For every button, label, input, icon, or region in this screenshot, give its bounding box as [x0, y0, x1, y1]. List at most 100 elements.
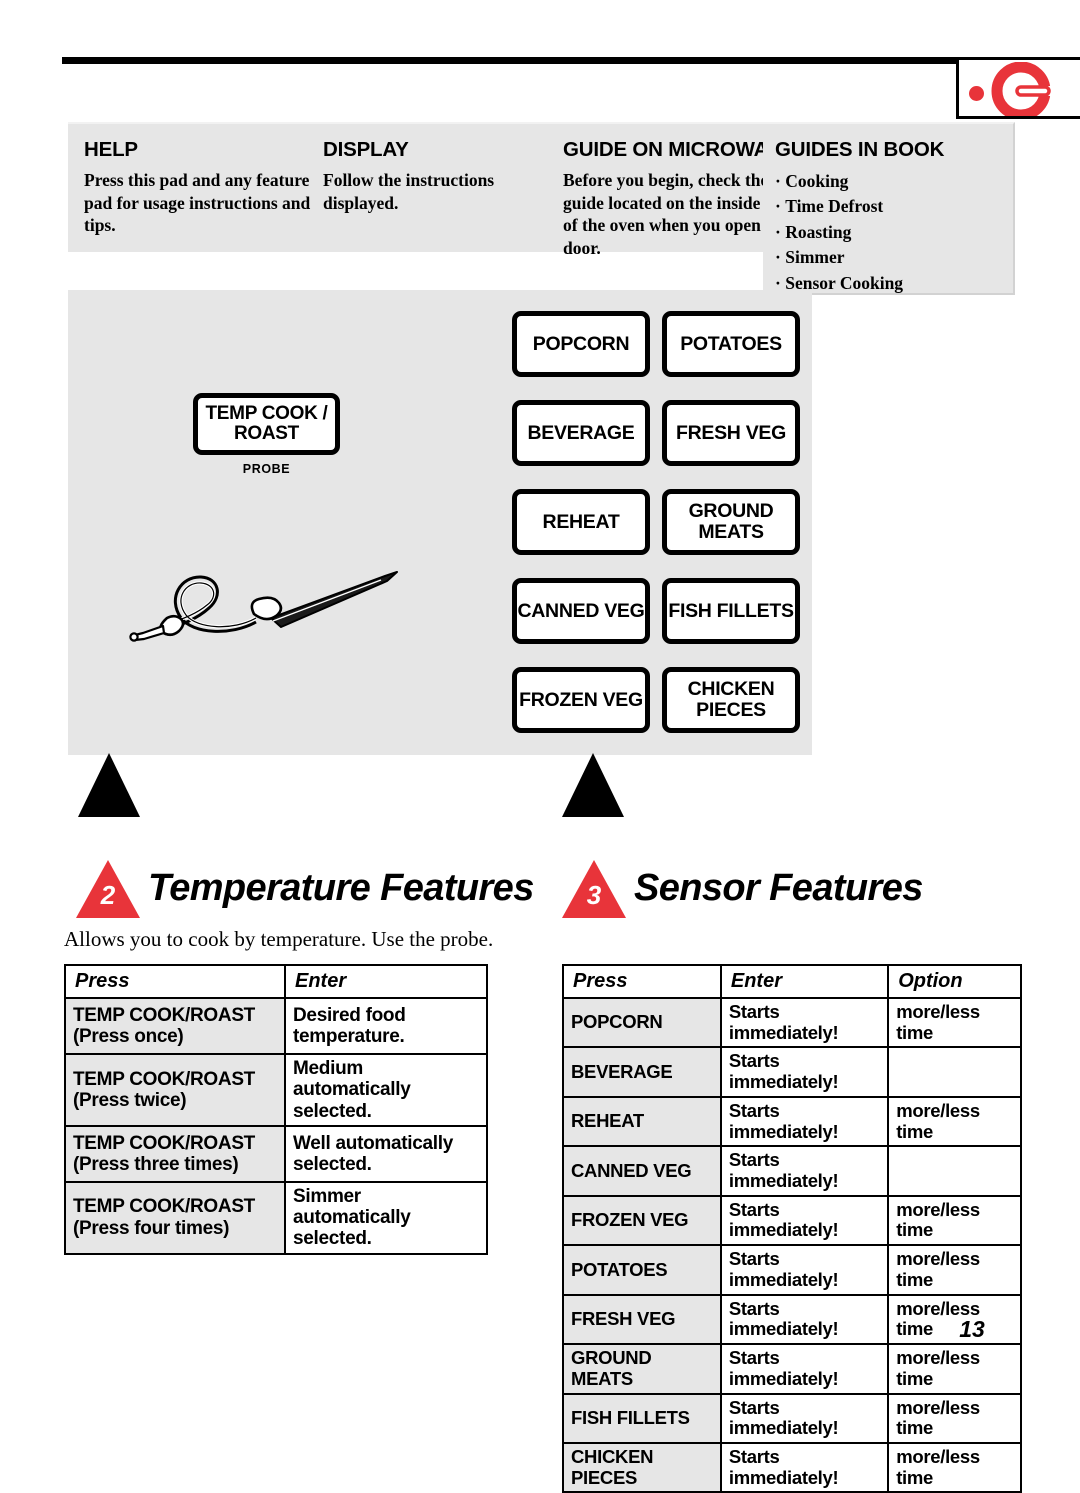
guides-in-book-item: Cooking [775, 169, 1013, 194]
cell-enter: Simmer automatically selected. [284, 1180, 488, 1255]
guides-in-book-item: Roasting [775, 220, 1013, 245]
column-header-press: Press [562, 964, 722, 999]
pad-frozen-veg[interactable]: FROZEN VEG [512, 667, 650, 733]
cell-press: POPCORN [562, 996, 722, 1049]
cell-option: more/less time [887, 1392, 1022, 1444]
cell-press: FROZEN VEG [562, 1194, 722, 1247]
temperature-features-table: Press Enter TEMP COOK/ROAST (Press once) D… [64, 964, 488, 1255]
section-subtitle-temperature-features: Allows you to cook by temperature. Use t… [64, 927, 494, 951]
pad-popcorn[interactable]: POPCORN [512, 311, 650, 377]
cell-option [887, 1046, 1022, 1098]
column-header-enter: Enter [719, 964, 890, 999]
cell-option: more/less time [887, 996, 1022, 1049]
table-row: REHEAT Starts immediately! more/less time [562, 1095, 1022, 1148]
pad-fish-fillets[interactable]: FISH FILLETS [662, 578, 800, 644]
column-header-option: Option [887, 964, 1022, 999]
guides-in-book-item: Simmer [775, 245, 1013, 270]
table-row: FROZEN VEG Starts immediately! more/less t… [562, 1194, 1022, 1247]
cell-enter: Desired food temperature. [284, 997, 488, 1055]
cell-enter: Starts immediately! [719, 1343, 890, 1395]
cell-press: FISH FILLETS [562, 1392, 722, 1444]
cell-enter: Starts immediately! [719, 1095, 890, 1148]
header-rule [62, 57, 1080, 64]
section-title: Temperature Features [148, 867, 534, 909]
table-row: POTATOES Starts immediately! more/less tim… [562, 1244, 1022, 1296]
pointer-triangle-temperature [78, 753, 140, 817]
cell-enter: Well automatically selected. [284, 1124, 488, 1183]
info-heading-help: HELP [84, 138, 138, 161]
cell-press: TEMP COOK/ROAST (Press three times) [64, 1124, 286, 1183]
pad-beverage[interactable]: BEVERAGE [512, 400, 650, 466]
sensor-features-table: Press Enter Option POPCORN Starts immedia… [562, 964, 1022, 1493]
cell-press: REHEAT [562, 1095, 722, 1148]
info-heading-display: DISPLAY [323, 138, 409, 161]
pad-chicken-pieces[interactable]: CHICKEN PIECES [662, 667, 800, 733]
cell-press-label: TEMP COOK/ROAST [73, 1196, 255, 1218]
cell-option [887, 1145, 1022, 1197]
table-row: TEMP COOK/ROAST (Press once) Desired food … [64, 997, 488, 1055]
step-number: 3 [586, 880, 602, 910]
cell-press-sublabel: (Press once) [73, 1026, 184, 1047]
pointer-triangle-sensor [562, 753, 624, 817]
cell-press-label: TEMP COOK/ROAST [73, 1132, 255, 1154]
table-header-row: Press Enter [64, 964, 488, 999]
cell-press: TEMP COOK/ROAST (Press twice) [64, 1053, 286, 1127]
page-number: 13 [959, 1316, 985, 1342]
table-row: TEMP COOK/ROAST (Press three times) Well a… [64, 1124, 488, 1183]
cell-option: more/less time [887, 1194, 1022, 1247]
pad-reheat[interactable]: REHEAT [512, 489, 650, 555]
table-row: TEMP COOK/ROAST (Press twice) Medium autom… [64, 1053, 488, 1127]
brand-logo-box [956, 57, 1080, 119]
pad-potatoes[interactable]: POTATOES [662, 311, 800, 377]
cell-press: BEVERAGE [562, 1046, 722, 1098]
cell-press-sublabel: (Press three times) [73, 1153, 239, 1175]
temperature-probe-illustration [129, 571, 398, 642]
info-column-guides-in-book: GUIDES IN BOOK CookingTime DefrostRoasti… [763, 122, 1015, 295]
cell-option: more/less time [887, 1095, 1022, 1148]
pad-fresh-veg[interactable]: FRESH VEG [662, 400, 800, 466]
cell-enter: Starts immediately! [719, 1392, 890, 1444]
table-row: TEMP COOK/ROAST (Press four times) Simmer … [64, 1180, 488, 1255]
cell-enter: Starts immediately! [719, 1441, 890, 1493]
info-column-display: DISPLAY Follow the instructions displaye… [323, 138, 553, 214]
cell-enter: Starts immediately! [719, 1046, 890, 1098]
cell-press-sublabel: (Press four times) [73, 1217, 230, 1239]
probe-caption-label: PROBE [242, 462, 291, 476]
cell-enter: Starts immediately! [719, 996, 890, 1049]
table-header-row: Press Enter Option [562, 964, 1022, 999]
cell-press: POTATOES [562, 1244, 722, 1296]
section-title: Sensor Features [634, 867, 923, 909]
step-number: 2 [100, 880, 116, 910]
cell-enter: Medium automatically selected. [284, 1053, 488, 1127]
cell-enter: Starts immediately! [719, 1293, 890, 1346]
guides-in-book-list: CookingTime DefrostRoastingSimmerSensor … [775, 169, 1013, 296]
info-column-help: HELP Press this pad and any feature pad … [84, 138, 334, 237]
column-header-enter: Enter [284, 964, 488, 999]
table-row: GROUND MEATS Starts immediately! more/less… [562, 1343, 1022, 1395]
pad-canned-veg[interactable]: CANNED VEG [512, 578, 650, 644]
info-heading-guides-in-book: GUIDES IN BOOK [775, 138, 945, 161]
table-row: BEVERAGE Starts immediately! [562, 1046, 1022, 1098]
info-body-display: Follow the instructions displayed. [323, 170, 495, 213]
cell-option: more/less time [887, 1244, 1022, 1296]
cell-enter: Starts immediately! [719, 1194, 890, 1247]
info-body-help: Press this pad and any feature pad for u… [84, 170, 311, 236]
table-row: CANNED VEG Starts immediately! [562, 1145, 1022, 1197]
pad-ground-meats[interactable]: GROUND MEATS [662, 489, 800, 555]
cell-press: FRESH VEG [562, 1293, 722, 1346]
control-panel: TEMP COOK / ROAST PROBE POPCORN POTATOES… [68, 290, 812, 755]
cell-option: more/less time [887, 1441, 1022, 1493]
table-row: CHICKEN PIECES Starts immediately! more/le… [562, 1441, 1022, 1493]
cell-press: CHICKEN PIECES [562, 1441, 722, 1493]
cell-press-label: TEMP COOK/ROAST [73, 1068, 255, 1090]
cell-press: CANNED VEG [562, 1145, 722, 1197]
column-header-press: Press [64, 964, 286, 999]
cell-press-sublabel: (Press twice) [73, 1089, 187, 1111]
table-row: POPCORN Starts immediately! more/less time [562, 996, 1022, 1049]
pad-temp-cook-roast[interactable]: TEMP COOK / ROAST [193, 393, 340, 455]
ge-monogram-logo-icon [991, 62, 1051, 116]
cell-enter: Starts immediately! [719, 1244, 890, 1296]
cell-press: GROUND MEATS [562, 1343, 722, 1395]
guides-in-book-item: Time Defrost [775, 194, 1013, 219]
cell-press: TEMP COOK/ROAST (Press four times) [64, 1180, 286, 1255]
